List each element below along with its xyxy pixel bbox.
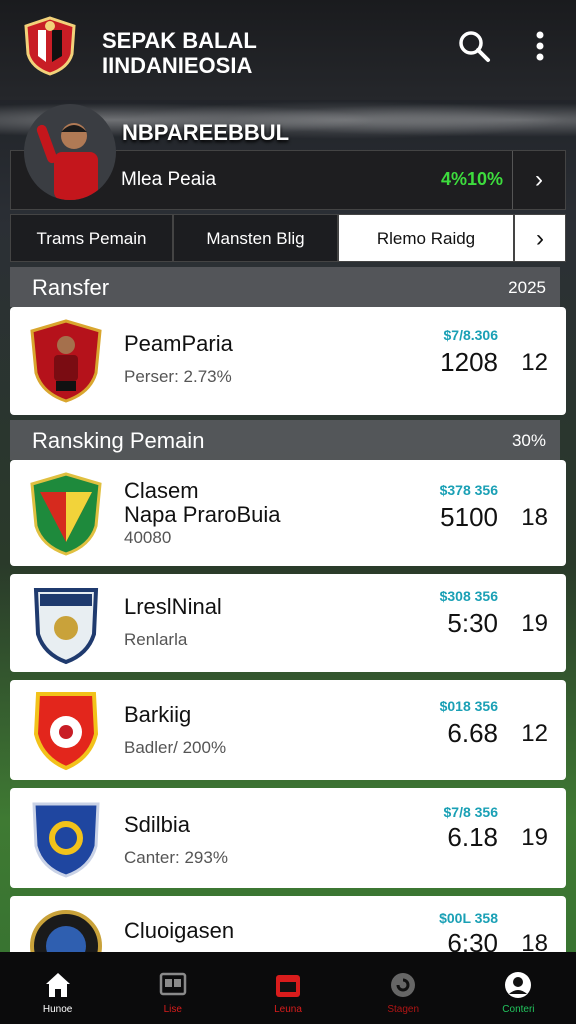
featured-player-subtitle: Mlea Peaia xyxy=(121,169,217,190)
club-crest-icon xyxy=(33,692,99,771)
section-title: Ransking Pemain xyxy=(32,428,205,453)
list-item[interactable]: PeamParia Perser: 2.73% $7/8.306 1208 12 xyxy=(10,307,566,415)
card-money: $7/8.306 xyxy=(443,327,499,343)
tabs-more-chevron-icon[interactable]: › xyxy=(514,214,566,262)
card-value: 5100 xyxy=(440,502,498,532)
card-name: Sdilbia xyxy=(124,812,191,837)
card-value: 1208 xyxy=(440,347,498,377)
list-item[interactable]: Clasem Napa PraroBuia 40080 $378 356 510… xyxy=(10,460,566,566)
app-header: SEPAK BALAL IINDANIEOSIA xyxy=(0,0,576,100)
app-title-line2: IINDANIEOSIA xyxy=(102,53,253,78)
card-money: $018 356 xyxy=(439,698,498,714)
club-logo xyxy=(24,16,76,76)
card-name: Clasem xyxy=(124,478,199,503)
card-value: 5:30 xyxy=(447,608,498,638)
card-money: $378 356 xyxy=(439,482,498,498)
card-number: 18 xyxy=(521,930,548,952)
card-value: 6.68 xyxy=(447,718,498,748)
card-name: PeamParia xyxy=(124,331,233,356)
tab-mansten-blig[interactable]: Mansten Blig xyxy=(173,214,338,262)
profile-icon xyxy=(505,972,532,998)
list-item[interactable]: Barkiig Badler/ 200% $018 356 6.68 12 xyxy=(10,680,566,780)
nav-home[interactable]: Hunoe xyxy=(0,952,115,1024)
refresh-icon xyxy=(391,973,416,997)
card-value: 6:30 xyxy=(447,928,498,952)
list-item[interactable]: Cluoigasen $00L 358 6:30 18 xyxy=(10,896,566,952)
card-name-2: Napa PraroBuia xyxy=(124,502,281,527)
club-crest-icon xyxy=(33,588,99,665)
app-title-line1: SEPAK BALAL xyxy=(102,28,257,53)
player-photo xyxy=(24,104,116,200)
tab-bar: Trams Pemain Mansten Blig Rlemo Raidg › xyxy=(10,214,566,262)
featured-player-panel: Mlea Peaia 4%10% › NBPAREEBBUL xyxy=(10,100,566,212)
tab-rlemo-raidg[interactable]: Rlemo Raidg xyxy=(338,214,514,262)
nav-leuna[interactable]: Leuna xyxy=(230,952,345,1024)
nav-label: Stagen xyxy=(387,1004,420,1015)
chevron-right-icon[interactable]: › xyxy=(512,151,565,209)
nav-conteri[interactable]: Conteri xyxy=(461,952,576,1024)
card-number: 12 xyxy=(521,720,548,747)
card-number: 18 xyxy=(521,504,548,531)
nav-label: Lise xyxy=(163,1004,182,1015)
card-value: 6.18 xyxy=(447,822,498,852)
card-number: 19 xyxy=(521,610,548,637)
club-crest-icon xyxy=(30,472,102,556)
more-vertical-icon[interactable] xyxy=(522,28,558,64)
club-crest-icon xyxy=(30,910,102,952)
section-meta: 2025 xyxy=(508,278,546,297)
nav-lise[interactable]: Lise xyxy=(115,952,230,1024)
card-money: $00L 358 xyxy=(439,910,498,926)
card-number: 12 xyxy=(521,349,548,376)
card-name: LreslNinal xyxy=(124,594,222,619)
section-header-transfer: Ransfer 2025 xyxy=(10,267,560,307)
card-sub: Renlarla xyxy=(124,630,188,649)
card-sub: 40080 xyxy=(124,528,172,547)
card-sub: Badler/ 200% xyxy=(124,738,227,757)
section-title: Ransfer xyxy=(32,275,110,300)
nav-label: Hunoe xyxy=(42,1004,73,1015)
tab-trams-pemain[interactable]: Trams Pemain xyxy=(10,214,173,262)
nav-stagen[interactable]: Stagen xyxy=(346,952,461,1024)
card-sub: Canter: 293% xyxy=(124,848,228,867)
search-icon[interactable] xyxy=(456,28,492,64)
app-title: SEPAK BALAL IINDANIEOSIA xyxy=(102,28,257,78)
calendar-icon xyxy=(276,975,300,997)
list-item[interactable]: LreslNinal Renlarla $308 356 5:30 19 xyxy=(10,574,566,672)
featured-player-percent: 4%10% xyxy=(440,169,503,189)
nav-label: Leuna xyxy=(274,1004,302,1015)
bottom-nav: Hunoe Lise Leuna Stagen Conteri xyxy=(0,952,576,1024)
featured-player-name: NBPAREEBBUL xyxy=(122,120,290,145)
list-item[interactable]: Sdilbia Canter: 293% $7/8 356 6.18 19 xyxy=(10,788,566,888)
player-crest-icon xyxy=(30,319,102,403)
card-sub: Perser: 2.73% xyxy=(124,367,232,386)
card-name: Barkiig xyxy=(124,702,192,727)
scoreboard-icon xyxy=(159,972,187,996)
card-money: $7/8 356 xyxy=(443,804,499,820)
home-icon xyxy=(45,973,70,997)
card-number: 19 xyxy=(521,824,548,851)
club-crest-icon xyxy=(32,802,100,878)
card-money: $308 356 xyxy=(439,588,498,604)
section-meta: 30% xyxy=(511,431,546,450)
section-header-ranking: Ransking Pemain 30% xyxy=(10,420,560,460)
card-name: Cluoigasen xyxy=(124,918,235,943)
nav-label: Conteri xyxy=(502,1004,535,1015)
